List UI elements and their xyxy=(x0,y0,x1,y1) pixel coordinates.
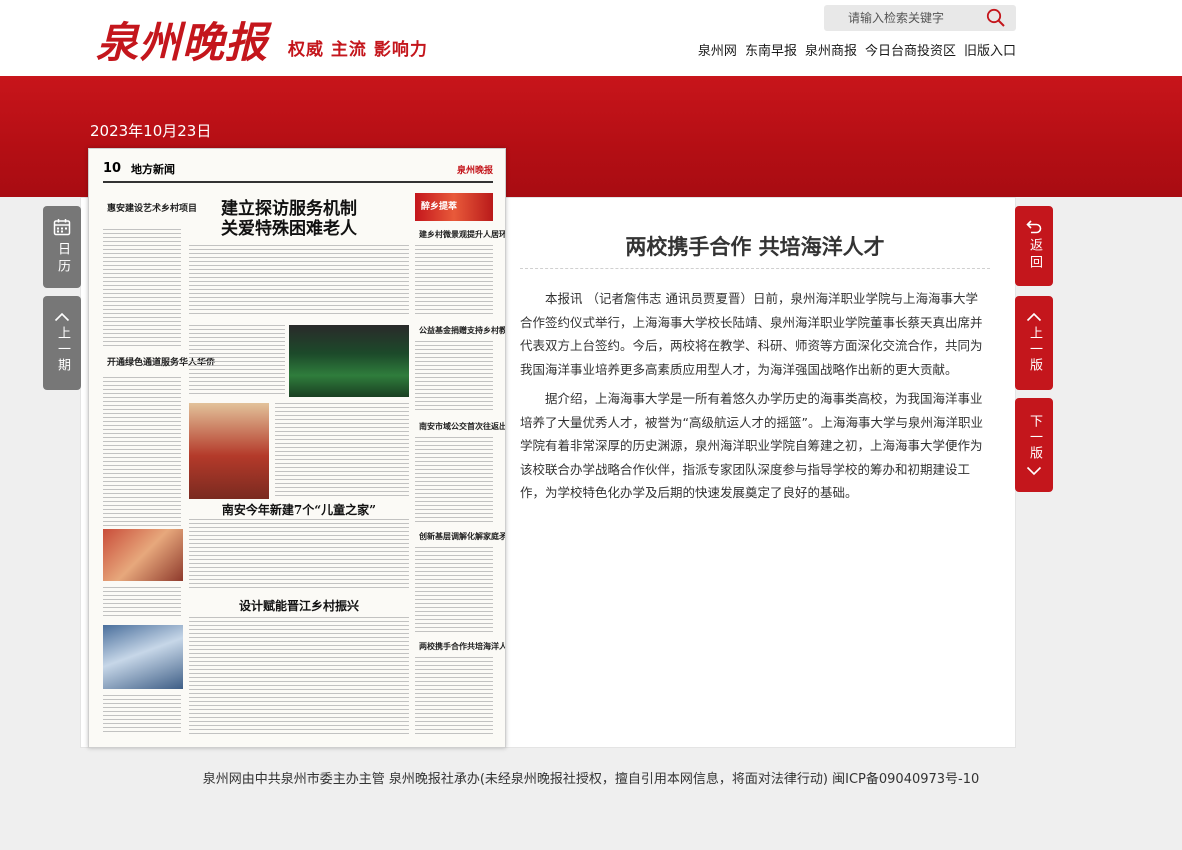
newspaper-page-image[interactable]: 10 地方新闻 泉州晚报 惠安建设艺术乡村项目 开通绿色通道服务华人华侨 建立探… xyxy=(88,148,506,748)
text-column xyxy=(103,587,181,617)
chevron-up-icon xyxy=(54,312,70,322)
site-footer: 泉州网由中共泉州市委主办主管 泉州晚报社承办(未经泉州晚报社授权，擅自引用本网信… xyxy=(202,772,980,787)
main-headline-2[interactable]: 关爱特殊困难老人 xyxy=(189,219,389,239)
text-column xyxy=(415,547,493,633)
text-column xyxy=(189,617,409,737)
calendar-icon xyxy=(53,219,71,236)
news-photo-robot-soccer xyxy=(289,325,409,397)
text-column xyxy=(275,403,409,499)
article-paragraph: 据介绍，上海海事大学是一所有着悠久办学历史的海事类高校，为我国海洋事业培养了大量… xyxy=(520,391,983,500)
article-body: 本报讯 （记者詹伟志 通讯员贾夏晋）日前，泉州海洋职业学院与上海海事大学合作签约… xyxy=(520,287,990,511)
page-section: 地方新闻 xyxy=(131,163,175,176)
search-button[interactable] xyxy=(976,5,1016,31)
text-column xyxy=(103,695,181,735)
main-headline-1[interactable]: 建立探访服务机制 xyxy=(189,199,389,219)
nav-quanzhou-shangbao[interactable]: 泉州商报 xyxy=(805,40,857,59)
title-divider xyxy=(520,268,990,269)
search-input[interactable] xyxy=(824,5,976,31)
nav-dongnan-zaobao[interactable]: 东南早报 xyxy=(745,40,797,59)
calendar-button[interactable]: 日历 xyxy=(43,206,81,288)
back-label: 返回 xyxy=(1027,238,1042,272)
article-paragraph: 本报讯 （记者詹伟志 通讯员贾夏晋）日前，泉州海洋职业学院与上海海事大学合作签约… xyxy=(520,291,983,377)
headline-design-jinjiang[interactable]: 设计赋能晋江乡村振兴 xyxy=(189,597,409,614)
next-page-button[interactable]: 下一版 xyxy=(1015,398,1053,492)
side-headline[interactable]: 惠安建设艺术乡村项目 xyxy=(107,201,197,214)
site-header: 泉州晚报 权威 主流 影响力 泉州网 东南早报 泉州商报 今日台商投资区 旧版入… xyxy=(0,0,1182,76)
news-photo xyxy=(103,625,183,689)
search-icon xyxy=(986,8,1005,27)
site-logo[interactable]: 泉州晚报 权威 主流 影响力 xyxy=(96,12,428,68)
prev-issue-button[interactable]: 上一期 xyxy=(43,296,81,390)
text-column xyxy=(189,519,409,591)
article-title: 两校携手合作 共培海洋人才 xyxy=(625,235,885,259)
chevron-down-icon xyxy=(1026,466,1042,476)
back-arrow-icon xyxy=(1026,220,1042,234)
text-column xyxy=(415,657,493,737)
side-headline[interactable]: 创新基层调解化解家庭矛盾 xyxy=(419,531,505,542)
news-photo-elderly xyxy=(189,403,269,499)
nav-quanzhouwang[interactable]: 泉州网 xyxy=(698,40,737,59)
side-headline-current[interactable]: 两校携手合作共培海洋人才 xyxy=(419,641,505,652)
side-headline[interactable]: 公益基金捐赠支持乡村教育 xyxy=(419,325,505,336)
text-column xyxy=(103,229,181,349)
chevron-up-icon xyxy=(1026,312,1042,322)
text-column xyxy=(415,341,493,413)
text-column xyxy=(415,245,493,317)
side-headline[interactable]: 建乡村微景观提升人居环境 xyxy=(419,229,505,240)
page-number: 10 xyxy=(103,161,122,176)
back-button[interactable]: 返回 xyxy=(1015,206,1053,286)
logo-slogan: 权威 主流 影响力 xyxy=(288,40,428,60)
nav-taishang-zone[interactable]: 今日台商投资区 xyxy=(865,40,956,59)
prev-page-button[interactable]: 上一版 xyxy=(1015,296,1053,390)
calendar-label: 日历 xyxy=(55,242,70,276)
nav-old-version[interactable]: 旧版入口 xyxy=(964,40,1016,59)
issue-date: 2023年10月23日 xyxy=(90,122,212,140)
logo-text: 泉州晚报 xyxy=(96,18,269,67)
page-masthead: 泉州晚报 xyxy=(456,166,493,176)
text-column xyxy=(189,325,285,395)
column-banner-text: 醉乡提萃 xyxy=(421,202,458,212)
news-photo xyxy=(103,529,183,581)
page-header: 10 地方新闻 泉州晚报 xyxy=(103,161,493,183)
next-page-label: 下一版 xyxy=(1027,414,1042,462)
text-column xyxy=(415,437,493,523)
search-box xyxy=(824,5,1016,31)
top-nav: 泉州网 东南早报 泉州商报 今日台商投资区 旧版入口 xyxy=(698,40,1016,59)
headline-children-home[interactable]: 南安今年新建7个“儿童之家” xyxy=(189,501,409,518)
prev-issue-label: 上一期 xyxy=(55,326,70,374)
side-headline[interactable]: 南安市域公交首次往返出试 xyxy=(419,421,505,432)
prev-page-label: 上一版 xyxy=(1027,326,1042,374)
text-column xyxy=(189,245,409,317)
